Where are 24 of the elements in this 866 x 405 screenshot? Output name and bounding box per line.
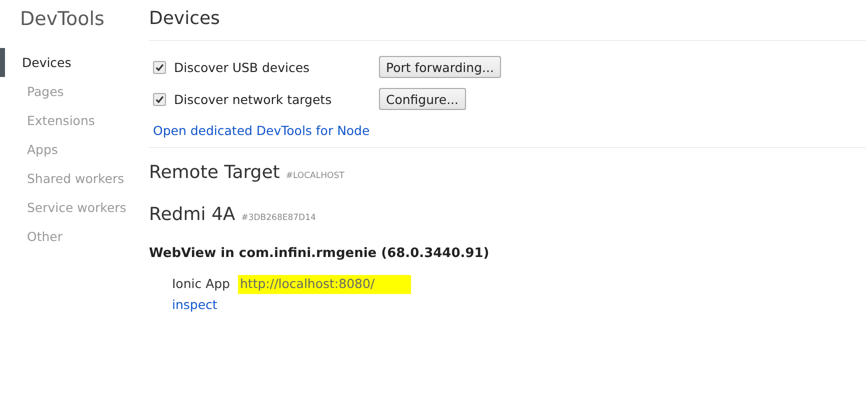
page-title: Devices bbox=[149, 8, 866, 41]
node-devtools-link[interactable]: Open dedicated DevTools for Node bbox=[153, 123, 370, 138]
browser-title: WebView in com.infini.rmgenie (68.0.3440.91) bbox=[149, 246, 490, 261]
sidebar-item[interactable]: Extensions bbox=[0, 106, 149, 135]
sidebar-item[interactable]: Devices bbox=[0, 48, 149, 77]
sidebar-item[interactable]: Service workers bbox=[0, 193, 149, 222]
device-serial: #3DB268E87D14 bbox=[241, 213, 316, 223]
option-button[interactable]: Configure... bbox=[379, 88, 466, 110]
checkbox[interactable] bbox=[153, 92, 166, 106]
checkbox-label: Discover USB devices bbox=[174, 60, 310, 74]
section-title: Remote Target bbox=[149, 162, 280, 183]
sidebar-item[interactable]: Apps bbox=[0, 135, 149, 164]
checkbox[interactable] bbox=[153, 60, 166, 74]
option-button[interactable]: Port forwarding... bbox=[379, 56, 501, 78]
inspect-link[interactable]: inspect bbox=[172, 297, 218, 312]
checkbox-label: Discover network targets bbox=[174, 92, 332, 106]
sidebar-item[interactable]: Shared workers bbox=[0, 164, 149, 193]
page-url: http://localhost:8080/ bbox=[238, 275, 411, 294]
sidebar-item[interactable]: Pages bbox=[0, 77, 149, 106]
device-name: Redmi 4A bbox=[149, 204, 236, 225]
sidebar-item[interactable]: Other bbox=[0, 222, 149, 251]
app-title: DevTools bbox=[19, 7, 106, 32]
target-id: #LOCALHOST bbox=[286, 171, 344, 181]
page-name: Ionic App bbox=[172, 276, 230, 291]
